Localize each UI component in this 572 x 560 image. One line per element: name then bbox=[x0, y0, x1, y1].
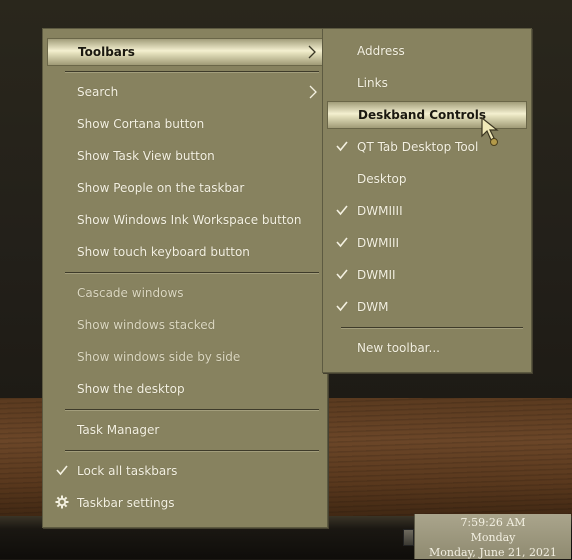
checkmark-icon bbox=[56, 465, 68, 476]
submenu-item-dwmiiii[interactable]: DWMIIII bbox=[327, 198, 527, 224]
menu-item-label: Show Cortana button bbox=[77, 117, 205, 131]
menu-item-show-desktop[interactable]: Show the desktop bbox=[47, 376, 323, 402]
menu-item-task-manager[interactable]: Task Manager bbox=[47, 417, 323, 443]
menu-separator bbox=[65, 272, 319, 273]
taskbar-context-menu: Toolbars Search Show Cortana button Show… bbox=[42, 28, 328, 528]
submenu-item-links[interactable]: Links bbox=[327, 70, 527, 96]
menu-item-label: Lock all taskbars bbox=[77, 464, 178, 478]
menu-item-label: Taskbar settings bbox=[77, 496, 175, 510]
submenu-item-dwm[interactable]: DWM bbox=[327, 294, 527, 320]
menu-item-label: New toolbar... bbox=[357, 341, 440, 355]
menu-item-label: DWMIII bbox=[357, 236, 400, 250]
menu-item-windows-side-by-side: Show windows side by side bbox=[47, 344, 323, 370]
menu-separator bbox=[65, 450, 319, 451]
checkmark-icon bbox=[336, 269, 348, 280]
menu-item-label: Show People on the taskbar bbox=[77, 181, 245, 195]
menu-item-show-cortana[interactable]: Show Cortana button bbox=[47, 111, 323, 137]
menu-item-label: Search bbox=[77, 85, 119, 99]
checkmark-icon bbox=[336, 237, 348, 248]
menu-item-taskbar-settings[interactable]: Taskbar settings bbox=[47, 490, 323, 516]
menu-separator bbox=[341, 327, 523, 328]
menu-item-label: QT Tab Desktop Tool bbox=[357, 140, 479, 154]
menu-item-label: DWM bbox=[357, 300, 389, 314]
menu-item-label: DWMIIII bbox=[357, 204, 403, 218]
menu-item-search[interactable]: Search bbox=[47, 79, 323, 105]
submenu-item-address[interactable]: Address bbox=[327, 38, 527, 64]
menu-item-label: Show windows stacked bbox=[77, 318, 216, 332]
checkmark-icon bbox=[336, 141, 348, 152]
menu-item-label: Address bbox=[357, 44, 405, 58]
checkmark-icon bbox=[336, 301, 348, 312]
taskbar-clock[interactable]: 7:59:26 AM Monday Monday, June 21, 2021 bbox=[414, 514, 571, 559]
gear-icon bbox=[55, 495, 69, 509]
menu-item-show-touch-keyboard[interactable]: Show touch keyboard button bbox=[47, 239, 323, 265]
menu-item-label: Links bbox=[357, 76, 388, 90]
menu-item-label: DWMII bbox=[357, 268, 396, 282]
menu-item-label: Toolbars bbox=[78, 45, 135, 59]
mouse-pointer-icon bbox=[481, 116, 499, 146]
menu-separator bbox=[65, 71, 319, 72]
menu-item-label: Cascade windows bbox=[77, 286, 184, 300]
submenu-item-desktop[interactable]: Desktop bbox=[327, 166, 527, 192]
menu-item-label: Show Task View button bbox=[77, 149, 215, 163]
menu-item-label: Show Windows Ink Workspace button bbox=[77, 213, 302, 227]
clock-time: 7:59:26 AM bbox=[460, 516, 526, 529]
submenu-item-dwmiii[interactable]: DWMIII bbox=[327, 230, 527, 256]
menu-item-label: Show windows side by side bbox=[77, 350, 241, 364]
menu-item-label: Deskband Controls bbox=[358, 108, 486, 122]
menu-separator bbox=[65, 409, 319, 410]
clock-day: Monday bbox=[470, 531, 516, 544]
menu-item-show-people[interactable]: Show People on the taskbar bbox=[47, 175, 323, 201]
chevron-right-icon bbox=[308, 45, 316, 59]
menu-item-cascade-windows: Cascade windows bbox=[47, 280, 323, 306]
menu-item-lock-taskbars[interactable]: Lock all taskbars bbox=[47, 458, 323, 484]
menu-item-show-ink-workspace[interactable]: Show Windows Ink Workspace button bbox=[47, 207, 323, 233]
menu-item-toolbars[interactable]: Toolbars bbox=[47, 38, 323, 66]
submenu-item-dwmii[interactable]: DWMII bbox=[327, 262, 527, 288]
checkmark-icon bbox=[336, 205, 348, 216]
menu-item-windows-stacked: Show windows stacked bbox=[47, 312, 323, 338]
submenu-item-new-toolbar[interactable]: New toolbar... bbox=[327, 335, 527, 361]
menu-item-label: Task Manager bbox=[77, 423, 160, 437]
menu-item-show-task-view[interactable]: Show Task View button bbox=[47, 143, 323, 169]
menu-item-label: Show the desktop bbox=[77, 382, 185, 396]
tray-handle[interactable] bbox=[403, 529, 414, 546]
menu-item-label: Desktop bbox=[357, 172, 407, 186]
chevron-right-icon bbox=[309, 85, 317, 99]
clock-date: Monday, June 21, 2021 bbox=[429, 546, 557, 559]
menu-item-label: Show touch keyboard button bbox=[77, 245, 250, 259]
toolbars-submenu: Address Links Deskband Controls QT Tab D… bbox=[322, 28, 532, 373]
